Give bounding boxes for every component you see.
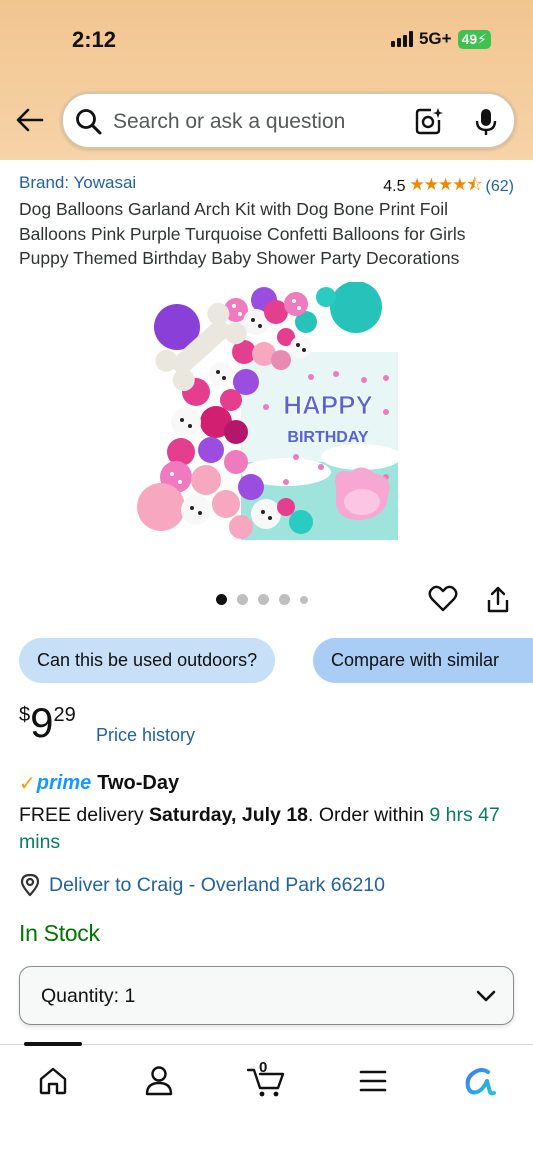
- signal-icon: [390, 31, 413, 47]
- heart-icon[interactable]: [428, 584, 458, 614]
- price-currency: $: [19, 704, 31, 726]
- carousel-dot[interactable]: [279, 594, 290, 605]
- back-arrow-icon[interactable]: [14, 106, 46, 134]
- prime-badge: ✓ prime Two-Day: [19, 771, 179, 796]
- tab-rufus[interactable]: [449, 1061, 509, 1101]
- brand-link[interactable]: Brand: Yowasai: [19, 173, 136, 193]
- prime-shipping-label: Two-Day: [97, 772, 180, 794]
- product-image[interactable]: HAPPY BIRTHDAY: [136, 282, 398, 540]
- question-chip[interactable]: Can this be used outdoors?: [19, 638, 276, 683]
- delivery-date: Saturday, July 18: [149, 804, 309, 826]
- carousel-dot[interactable]: [258, 594, 269, 605]
- compare-chip[interactable]: Compare with similar: [313, 638, 533, 683]
- search-placeholder: Search or ask a question: [113, 110, 346, 133]
- network-label: 5G+: [418, 29, 452, 48]
- share-icon[interactable]: [485, 585, 511, 615]
- stock-status: In Stock: [19, 920, 100, 946]
- home-icon: [39, 1067, 67, 1095]
- tab-menu[interactable]: [343, 1061, 403, 1101]
- deliver-to-label: Deliver to Craig - Overland Park 66210: [49, 873, 385, 896]
- quantity-label: Quantity: 1: [41, 985, 136, 1007]
- delivery-prefix: FREE delivery: [19, 804, 150, 826]
- price: $ 9 29: [19, 700, 76, 746]
- rating-value: 4.5: [383, 177, 406, 195]
- mic-icon[interactable]: [473, 107, 499, 137]
- product-title: Dog Balloons Garland Arch Kit with Dog B…: [19, 199, 466, 268]
- prime-check-icon: ✓: [19, 773, 36, 795]
- battery-icon: 49⚡: [457, 29, 491, 49]
- active-tab-indicator: [24, 1042, 82, 1046]
- delivery-middle: . Order within: [308, 804, 430, 826]
- prime-logo: prime: [36, 772, 92, 794]
- price-history-link[interactable]: Price history: [96, 725, 195, 746]
- status-time: 2:12: [72, 27, 117, 52]
- carousel-dot[interactable]: [237, 594, 248, 605]
- location-pin-icon: [20, 873, 40, 897]
- battery-level: 49: [461, 30, 478, 47]
- app-header: 2:12 5G+ 49⚡ Search or ask a question: [0, 0, 533, 160]
- deliver-to-link[interactable]: Deliver to Craig - Overland Park 66210: [19, 873, 385, 897]
- tab-cart[interactable]: 0: [236, 1059, 296, 1101]
- review-count[interactable]: (62): [486, 178, 514, 196]
- search-icon: [76, 109, 102, 135]
- bottom-tab-bar: 0: [0, 1042, 533, 1156]
- tab-account[interactable]: [129, 1061, 189, 1101]
- search-bar[interactable]: Search or ask a question: [61, 92, 516, 149]
- image-text-happy: HAPPY: [283, 390, 373, 420]
- tab-home[interactable]: [23, 1061, 83, 1101]
- quantity-select[interactable]: Quantity: 1: [19, 966, 514, 1025]
- camera-icon[interactable]: [414, 106, 444, 136]
- rufus-icon: [465, 1068, 496, 1096]
- chevron-down-icon: [476, 990, 496, 1002]
- account-icon: [145, 1066, 173, 1096]
- price-fraction: 29: [53, 704, 76, 726]
- image-carousel-dots[interactable]: [216, 594, 308, 605]
- menu-icon: [359, 1070, 387, 1092]
- status-indicators: 5G+ 49⚡: [390, 29, 491, 49]
- image-text-birthday: BIRTHDAY: [287, 429, 369, 446]
- carousel-dot[interactable]: [300, 595, 308, 604]
- carousel-dot[interactable]: [216, 594, 227, 605]
- delivery-info: FREE delivery Saturday, July 18. Order w…: [19, 802, 519, 856]
- cart-count: 0: [259, 1059, 268, 1076]
- price-whole: 9: [30, 699, 54, 746]
